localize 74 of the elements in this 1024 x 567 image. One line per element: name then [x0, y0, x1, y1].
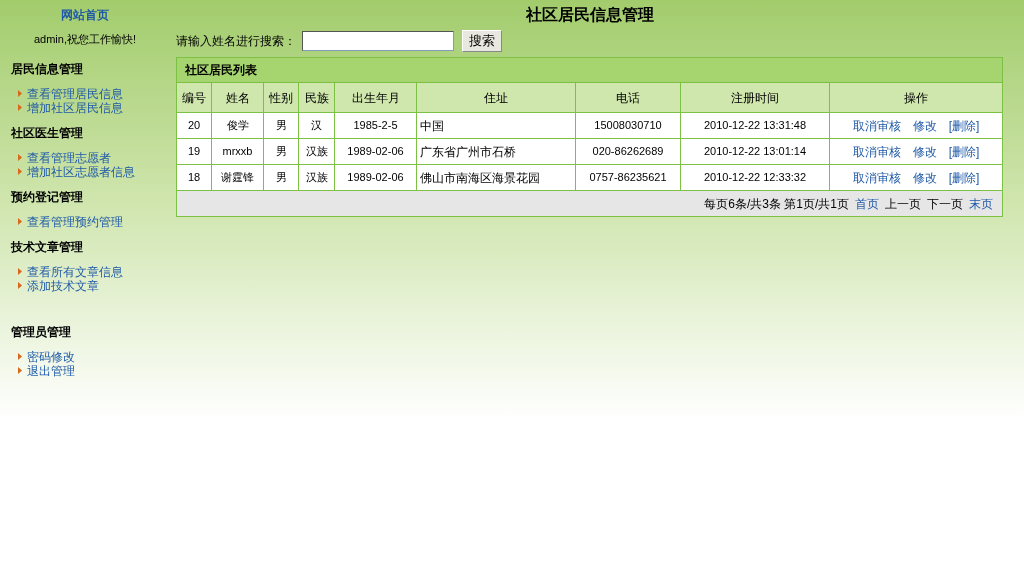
action-link[interactable]: 修改	[912, 142, 937, 161]
action-link[interactable]: 修改	[912, 168, 937, 187]
sidebar-link[interactable]: 查看所有文章信息	[27, 264, 123, 279]
arrow-bullet-icon	[18, 90, 22, 97]
home-link[interactable]: 网站首页	[61, 6, 109, 24]
column-header: 性别	[264, 83, 299, 112]
arrow-bullet-icon	[18, 367, 22, 374]
sidebar-link[interactable]: 查看管理居民信息	[27, 86, 123, 101]
action-link[interactable]: 取消审核	[852, 116, 901, 135]
page-title: 社区居民信息管理	[525, 5, 654, 25]
section-heading: 预约登记管理	[11, 188, 84, 206]
table-cell: 汉	[299, 113, 335, 138]
action-link[interactable]: [删除]	[948, 168, 980, 187]
table-cell: 0757-86235621	[576, 165, 681, 190]
table-cell: 2010-12-22 13:31:48	[681, 113, 830, 138]
table-cell: 1989-02-06	[335, 139, 417, 164]
table-cell: 汉族	[299, 165, 335, 190]
section-heading: 居民信息管理	[11, 60, 84, 78]
greeting-text: admin,祝您工作愉快!	[33, 32, 137, 47]
table-cell: 广东省广州市石桥	[417, 139, 576, 164]
action-link[interactable]: 取消审核	[852, 168, 901, 187]
column-header: 编号	[177, 83, 212, 112]
table-cell: 2010-12-22 12:33:32	[681, 165, 830, 190]
table-cell: 2010-12-22 13:01:14	[681, 139, 830, 164]
pager-link[interactable]: 首页	[855, 194, 879, 213]
sidebar-link[interactable]: 查看管理预约管理	[27, 214, 123, 229]
search-button[interactable]: 搜索	[462, 30, 502, 52]
column-header: 注册时间	[681, 83, 830, 112]
section-heading: 管理员管理	[11, 323, 72, 341]
search-field[interactable]	[302, 31, 454, 51]
sidebar-link[interactable]: 退出管理	[27, 363, 75, 378]
column-header: 操作	[903, 89, 929, 107]
sidebar-link[interactable]: 增加社区志愿者信息	[27, 164, 135, 179]
column-header: 姓名	[212, 83, 264, 112]
table-cell: 020-86262689	[576, 139, 681, 164]
arrow-bullet-icon	[18, 168, 22, 175]
table-cell: 男	[264, 113, 299, 138]
table-cell: 中国	[417, 113, 576, 138]
pager-summary: 每页6条/共3条 第1页/共1页	[704, 195, 849, 213]
sidebar-link[interactable]: 增加社区居民信息	[27, 100, 123, 115]
arrow-bullet-icon	[18, 218, 22, 225]
column-header: 电话	[576, 83, 681, 112]
column-header: 出生年月	[335, 83, 417, 112]
table-cell: 汉族	[299, 139, 335, 164]
table-cell: 20	[177, 113, 212, 138]
action-link[interactable]: [删除]	[948, 116, 980, 135]
arrow-bullet-icon	[18, 154, 22, 161]
table-cell: 男	[264, 139, 299, 164]
arrow-bullet-icon	[18, 282, 22, 289]
action-link[interactable]: [删除]	[948, 142, 980, 161]
table-cell: 佛山市南海区海景花园	[417, 165, 576, 190]
table-cell: 1989-02-06	[335, 165, 417, 190]
arrow-bullet-icon	[18, 268, 22, 275]
table-cell: 1985-2-5	[335, 113, 417, 138]
action-link[interactable]: 取消审核	[852, 142, 901, 161]
sidebar-link[interactable]: 查看管理志愿者	[27, 150, 111, 165]
pager-link[interactable]: 末页	[969, 194, 993, 213]
table-cell: 男	[264, 165, 299, 190]
section-heading: 社区医生管理	[11, 124, 84, 142]
table-cell: 19	[177, 139, 212, 164]
action-link[interactable]: 修改	[912, 116, 937, 135]
table-cell: 15008030710	[576, 113, 681, 138]
table-cell: mrxxb	[212, 139, 264, 164]
section-heading: 技术文章管理	[11, 238, 84, 256]
column-header: 民族	[299, 83, 335, 112]
sidebar-link[interactable]: 密码修改	[27, 349, 75, 364]
sidebar-link[interactable]: 添加技术文章	[27, 278, 99, 293]
column-header: 住址	[417, 83, 576, 112]
table-cell: 谢霆锋	[212, 165, 264, 190]
arrow-bullet-icon	[18, 104, 22, 111]
arrow-bullet-icon	[18, 353, 22, 360]
search-label: 请输入姓名进行搜索：	[176, 33, 296, 50]
table-cell: 18	[177, 165, 212, 190]
table-cell: 俊学	[212, 113, 264, 138]
